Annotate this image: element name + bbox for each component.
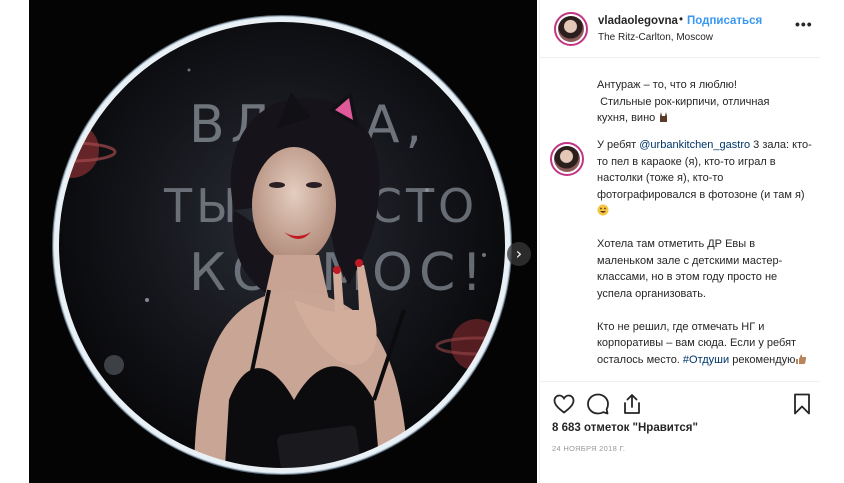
comment-paragraph-1: У ребят @urbankitchen_gastro 3 зала: кто… [597,137,812,220]
location-link[interactable]: The Ritz-Carlton, Moscow [598,32,713,43]
caption-line-2: Стильные рок-кирпичи, отличная кухня, ви… [597,95,770,125]
chevron-right-icon: › [515,244,523,263]
thumbs-up-emoji-icon [796,354,807,364]
likes-count[interactable]: 8 683 отметок "Нравится" [552,422,698,434]
post-side-panel: vladaolegovna • Подписаться The Ritz-Car… [539,0,820,483]
separator-dot: • [679,14,684,26]
comments-section: Антураж – то, что я люблю! Стильные рок-… [540,58,820,381]
actions-bar [540,381,820,427]
hashtag-link[interactable]: #Отдуши [683,354,729,366]
comment-icon[interactable] [586,392,610,416]
post-caption: Антураж – то, что я люблю! Стильные рок-… [597,77,802,127]
heart-icon[interactable] [552,392,576,416]
caption-line-1: Антураж – то, что я люблю! [597,79,737,91]
share-icon[interactable] [620,392,644,416]
post-header: vladaolegovna • Подписаться The Ritz-Car… [540,0,820,58]
comment-p1-prefix: У ребят [597,139,640,151]
photo-illustration: ВЛАДА, ТЫ ПРОСТО КОСМОС! [29,0,537,483]
comment-avatar[interactable] [550,142,584,176]
instagram-post: ВЛАДА, ТЫ ПРОСТО КОСМОС! [29,0,820,483]
next-photo-button[interactable]: › [507,242,531,266]
mention-link[interactable]: @urbankitchen_gastro [639,139,750,151]
comment-paragraph-2: Хотела там отметить ДР Евы в маленьком з… [597,238,783,300]
grin-emoji-icon [597,204,609,216]
more-icon[interactable]: ••• [795,17,813,31]
username-link[interactable]: vladaolegovna [598,15,678,27]
post-date[interactable]: 24 НОЯБРЯ 2018 Г. [552,444,625,453]
comment-paragraph-3: Кто не решил, где отмечать НГ и корпорат… [597,319,812,369]
rock-hand-emoji-icon [660,112,668,122]
post-photo[interactable]: ВЛАДА, ТЫ ПРОСТО КОСМОС! [29,0,537,483]
comment-p3-rest: рекомендую [729,353,796,366]
bookmark-icon[interactable] [790,392,814,416]
follow-button[interactable]: Подписаться [687,15,762,27]
comment-text: У ребят @urbankitchen_gastro 3 зала: кто… [597,137,812,381]
avatar[interactable] [554,12,588,46]
